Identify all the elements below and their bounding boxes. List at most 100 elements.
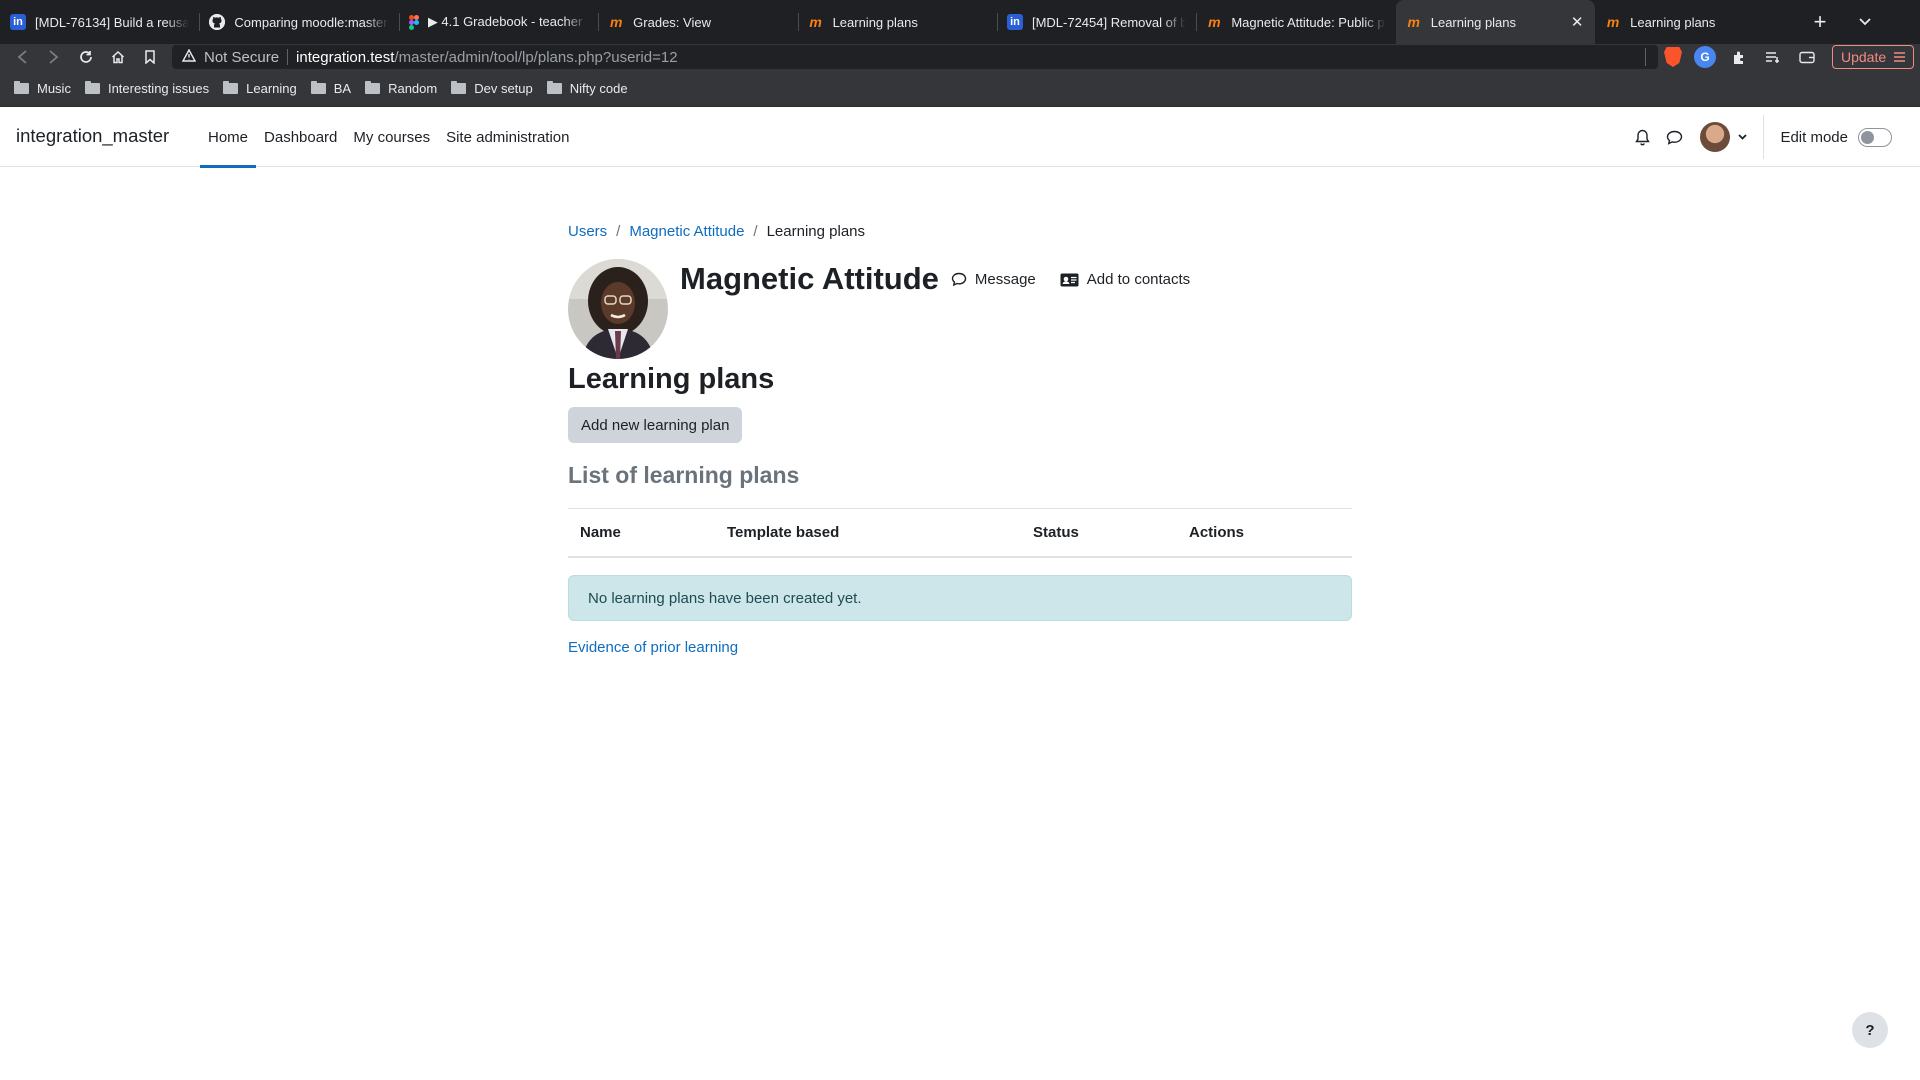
folder-icon	[14, 80, 29, 94]
user-avatar[interactable]	[568, 259, 668, 359]
learning-plans-table: Name Template based Status Actions	[568, 508, 1352, 558]
playlist-icon[interactable]	[1762, 46, 1784, 68]
user-full-name: Magnetic Attitude	[680, 261, 939, 296]
empty-state-message: No learning plans have been created yet.	[588, 589, 862, 607]
nav-item-my-courses[interactable]: My courses	[345, 107, 438, 167]
bookmark-folder[interactable]: Learning	[223, 80, 297, 96]
browser-tab[interactable]: m Magnetic Attitude: Public pro	[1196, 0, 1395, 44]
bookmark-folder[interactable]: BA	[310, 80, 351, 96]
navbar-divider	[1763, 115, 1765, 159]
edit-mode-label: Edit mode	[1780, 128, 1848, 146]
omnibox-right-divider	[1645, 48, 1646, 66]
update-label: Update	[1841, 49, 1887, 65]
bookmark-label: Interesting issues	[107, 80, 210, 96]
breadcrumb-separator: /	[616, 223, 621, 240]
folder-icon	[84, 80, 100, 94]
back-arrow-icon[interactable]	[6, 44, 38, 70]
bookmark-label: Random	[388, 80, 438, 96]
tab-title: [MDL-72454] Removal of ba	[1031, 14, 1187, 30]
column-header-status: Status	[1033, 524, 1079, 541]
figma-icon	[408, 14, 419, 30]
browser-tab[interactable]: m Grades: View	[598, 0, 797, 44]
browser-tab[interactable]: in [MDL-76134] Build a reusable	[0, 0, 199, 44]
translate-extension-icon[interactable]: G	[1694, 46, 1716, 68]
breadcrumb-link-users[interactable]: Users	[568, 223, 607, 240]
chat-bubble-icon[interactable]	[1658, 130, 1690, 145]
column-header-actions: Actions	[1189, 524, 1245, 541]
github-icon	[209, 14, 226, 30]
user-header: Magnetic Attitude Message Add to contact…	[568, 259, 1214, 359]
bookmark-folder[interactable]: Random	[365, 80, 438, 96]
bookmark-folder[interactable]: Interesting issues	[84, 80, 210, 96]
wallet-icon[interactable]	[1796, 46, 1818, 68]
address-bar[interactable]: Not Secure integration.test/master/admin…	[172, 45, 1658, 69]
site-name[interactable]: integration_master	[16, 125, 169, 147]
page-title: Learning plans	[568, 363, 775, 395]
forward-arrow-icon[interactable]	[38, 44, 70, 70]
close-icon[interactable]: ✕	[1569, 13, 1585, 31]
folder-icon	[451, 80, 467, 94]
nav-item-home[interactable]: Home	[200, 107, 257, 168]
moodle-icon: m	[809, 14, 822, 30]
user-header-actions: Message Add to contacts	[951, 271, 1214, 288]
browser-tab[interactable]: m Learning plans	[1595, 0, 1794, 44]
breadcrumb-current: Learning plans	[766, 223, 866, 240]
edit-mode-switch[interactable]	[1858, 127, 1892, 147]
chevron-down-icon	[1738, 131, 1748, 143]
evidence-of-prior-learning-link[interactable]: Evidence of prior learning	[568, 639, 738, 656]
bookmark-folder[interactable]: Music	[14, 80, 71, 96]
browser-tab[interactable]: m Learning plans	[797, 0, 997, 44]
browser-tabs: in [MDL-76134] Build a reusable Comparin…	[0, 0, 1795, 44]
tab-title: Comparing moodle:master...	[234, 14, 389, 30]
navbar-right: Edit mode	[1626, 107, 1920, 167]
url-host: integration.test	[296, 48, 395, 66]
browser-tab[interactable]: in [MDL-72454] Removal of ba	[996, 0, 1196, 44]
security-status[interactable]: Not Secure	[204, 49, 279, 66]
user-menu[interactable]	[1700, 122, 1748, 152]
folder-icon	[546, 80, 562, 94]
browser-tab-active[interactable]: m Learning plans ✕	[1395, 0, 1596, 44]
add-to-contacts-label: Add to contacts	[1086, 271, 1191, 288]
brave-shield-icon[interactable]	[1664, 47, 1682, 67]
bell-icon[interactable]	[1626, 129, 1658, 146]
add-to-contacts-button[interactable]: Add to contacts	[1060, 271, 1190, 288]
omnibox-divider	[287, 49, 289, 65]
moodle-icon: m	[1208, 14, 1221, 30]
add-new-learning-plan-button[interactable]: Add new learning plan	[568, 407, 743, 443]
tab-title: Magnetic Attitude: Public pro	[1231, 14, 1386, 30]
message-button[interactable]: Message	[951, 271, 1036, 288]
puzzle-extensions-icon[interactable]	[1728, 46, 1750, 68]
bookmark-label: Nifty code	[569, 80, 628, 96]
edit-mode-toggle[interactable]: Edit mode	[1780, 127, 1892, 147]
update-button[interactable]: Update	[1832, 45, 1915, 69]
bookmark-folder[interactable]: Nifty code	[546, 80, 628, 96]
tab-title: Learning plans	[1430, 14, 1517, 30]
moodle-navbar: integration_master Home Dashboard My cou…	[0, 107, 1920, 168]
moodle-icon: m	[1407, 14, 1420, 30]
nav-item-site-administration[interactable]: Site administration	[438, 107, 577, 167]
breadcrumb-link-user[interactable]: Magnetic Attitude	[629, 223, 744, 240]
avatar	[1700, 122, 1731, 152]
new-tab-plus-icon[interactable]: +	[1795, 0, 1845, 44]
toolbar-right: G Update	[1658, 44, 1915, 70]
moodle-icon: m	[609, 14, 623, 30]
url-path: /master/admin/tool/lp/plans.php?userid=1…	[394, 48, 678, 66]
home-icon[interactable]	[102, 44, 134, 70]
tab-title: Learning plans	[832, 14, 918, 30]
tab-title: Grades: View	[633, 14, 711, 30]
bookmark-label: Music	[37, 80, 71, 96]
empty-state-alert: No learning plans have been created yet.	[568, 575, 1352, 621]
browser-tab[interactable]: Comparing moodle:master...	[199, 0, 398, 44]
bookmark-icon[interactable]	[134, 44, 166, 70]
reload-icon[interactable]	[70, 44, 102, 70]
warning-triangle-icon	[181, 48, 197, 65]
tab-search-chevron-icon[interactable]	[1845, 0, 1885, 44]
browser-tab[interactable]: ▶ 4.1 Gradebook - teacher -	[398, 0, 598, 44]
bookmark-folder[interactable]: Dev setup	[451, 80, 533, 96]
message-bubble-icon	[951, 272, 967, 287]
nav-item-dashboard[interactable]: Dashboard	[256, 107, 345, 167]
help-button[interactable]: ?	[1852, 1012, 1888, 1048]
jira-icon: in	[10, 14, 26, 30]
tab-title: [MDL-76134] Build a reusable	[35, 14, 190, 30]
column-header-name: Name	[580, 524, 621, 541]
